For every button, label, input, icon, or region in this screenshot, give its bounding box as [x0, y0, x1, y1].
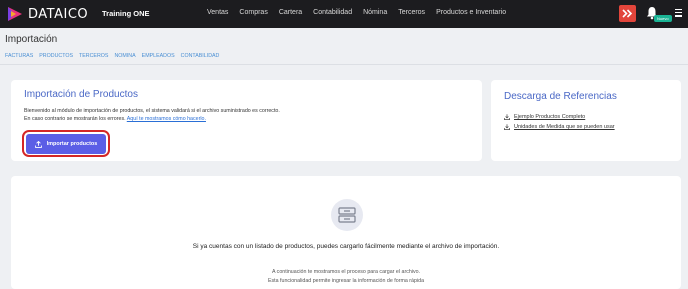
download-link-example[interactable]: Ejemplo Productos Completo [504, 114, 585, 120]
download-link-label: Unidades de Medida que se pueden usar [514, 124, 615, 130]
top-navbar: DATAICO Training ONE Ventas Compras Cart… [0, 0, 688, 28]
double-chevron-right-icon [622, 9, 633, 18]
nav-item-ventas[interactable]: Ventas [207, 9, 228, 16]
inbox-tray-icon [331, 199, 363, 231]
reference-downloads-card: Descarga de Referencias Ejemplo Producto… [491, 80, 681, 161]
subnav-productos[interactable]: PRODUCTOS [39, 53, 73, 59]
info-sub-text-2: Esta funcionalidad permite ingresar la i… [267, 278, 425, 284]
downloads-card-title: Descarga de Referencias [504, 91, 617, 102]
import-intro-line2: En caso contrario se mostrarán los error… [24, 116, 206, 122]
import-info-card: Si ya cuentas con un listado de producto… [11, 176, 681, 289]
download-link-units[interactable]: Unidades de Medida que se pueden usar [504, 124, 615, 130]
upload-icon [34, 140, 42, 148]
subnav-terceros[interactable]: TERCEROS [79, 53, 108, 59]
import-subnav: FACTURAS PRODUCTOS TERCEROS NOMINA EMPLE… [5, 53, 225, 59]
main-nav: Ventas Compras Cartera Contabilidad Nómi… [207, 9, 517, 16]
import-card-title: Importación de Productos [24, 89, 138, 100]
how-to-link[interactable]: Aquí te mostramos cómo hacerlo. [127, 116, 206, 122]
hamburger-menu-icon[interactable] [675, 9, 682, 17]
import-button-label: Importar productos [46, 141, 98, 147]
subnav-empleados[interactable]: EMPLEADOS [142, 53, 175, 59]
import-products-card: Importación de Productos Bienvenido al m… [11, 80, 482, 161]
import-intro-line1: Bienvenido al módulo de importación de p… [24, 108, 280, 114]
download-link-label: Ejemplo Productos Completo [514, 114, 586, 120]
nav-item-nomina[interactable]: Nómina [363, 9, 387, 16]
logo-icon [8, 7, 22, 21]
info-sub-text-1: A continuación te mostramos el proceso p… [271, 269, 421, 275]
nav-item-compras[interactable]: Compras [239, 9, 267, 16]
company-selector[interactable]: Training ONE [102, 9, 150, 18]
import-products-button[interactable]: Importar productos [26, 134, 106, 154]
dataico-logo[interactable]: DATAICO [7, 6, 88, 22]
subnav-facturas[interactable]: FACTURAS [5, 53, 33, 59]
nav-item-contabilidad[interactable]: Contabilidad [313, 9, 352, 16]
download-icon [504, 124, 510, 130]
import-intro-text: En caso contrario se mostrarán los error… [24, 116, 126, 122]
subnav-contabilidad[interactable]: CONTABILIDAD [181, 53, 220, 59]
header-divider [0, 64, 688, 65]
new-badge: Nuevo [654, 15, 672, 22]
nav-item-productos-inventario[interactable]: Productos e Inventario [436, 9, 506, 16]
page-title: Importación [5, 34, 58, 45]
brand-name: DATAICO [28, 6, 89, 22]
subnav-nomina[interactable]: NOMINA [114, 53, 135, 59]
nav-item-terceros[interactable]: Terceros [398, 9, 425, 16]
nav-item-cartera[interactable]: Cartera [279, 9, 302, 16]
info-main-text: Si ya cuentas con un listado de producto… [192, 243, 500, 250]
download-icon [504, 114, 510, 120]
double-chevron-button[interactable] [619, 5, 636, 22]
